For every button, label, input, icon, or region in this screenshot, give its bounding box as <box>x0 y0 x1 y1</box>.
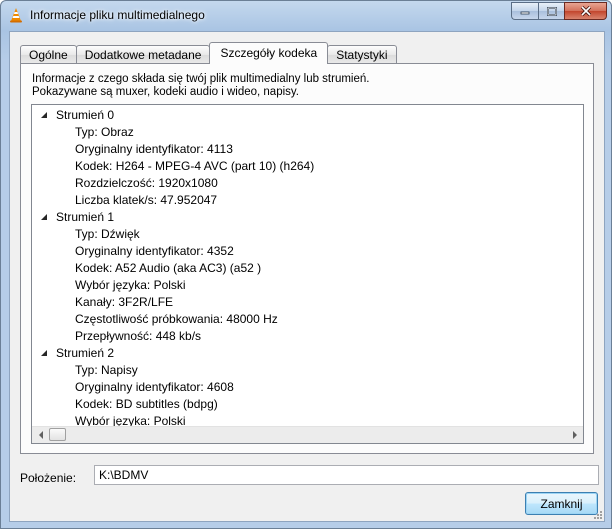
caption-buttons <box>511 2 607 20</box>
scroll-right-button[interactable] <box>566 427 583 443</box>
expand-arrow-icon[interactable] <box>41 350 47 356</box>
dialog-client-area: Ogólne Dodatkowe metadane Szczegóły kode… <box>9 31 605 522</box>
tab-extra-metadata[interactable]: Dodatkowe metadane <box>75 45 211 64</box>
scrollbar-thumb[interactable] <box>49 428 66 441</box>
tree-item-property[interactable]: Wybór języka: Polski <box>32 277 583 294</box>
streams-tree[interactable]: Strumień 0 Typ: Obraz Oryginalny identyf… <box>31 104 584 444</box>
tree-rows: Strumień 0 Typ: Obraz Oryginalny identyf… <box>32 107 583 430</box>
tree-item-stream-1[interactable]: Strumień 1 <box>32 209 583 226</box>
tree-item-property[interactable]: Liczba klatek/s: 47.952047 <box>32 192 583 209</box>
stream-name: Strumień 2 <box>56 346 115 360</box>
tree-item-property[interactable]: Kodek: BD subtitles (bdpg) <box>32 396 583 413</box>
resize-grip-icon[interactable] <box>592 509 602 519</box>
close-window-button[interactable] <box>564 2 607 20</box>
tree-item-property[interactable]: Oryginalny identyfikator: 4352 <box>32 243 583 260</box>
panel-description: Informacje z czego składa się twój plik … <box>32 73 369 99</box>
location-label: Położenie: <box>20 471 77 485</box>
media-info-window: Informacje pliku multimedialnego Ogólne … <box>0 0 612 529</box>
maximize-button[interactable] <box>538 2 564 20</box>
scroll-left-button[interactable] <box>32 427 49 443</box>
vlc-cone-icon <box>10 8 22 23</box>
window-title: Informacje pliku multimedialnego <box>30 8 205 22</box>
tree-item-property[interactable]: Rozdzielczość: 1920x1080 <box>32 175 583 192</box>
expand-arrow-icon[interactable] <box>41 214 47 220</box>
tab-strip: Ogólne Dodatkowe metadane Szczegóły kode… <box>20 42 397 64</box>
description-line: Informacje z czego składa się twój plik … <box>32 73 370 85</box>
title-bar[interactable]: Informacje pliku multimedialnego <box>1 1 613 29</box>
codec-details-panel: Informacje z czego składa się twój plik … <box>20 63 594 454</box>
tree-item-property[interactable]: Typ: Napisy <box>32 362 583 379</box>
tree-item-property[interactable]: Kodek: A52 Audio (aka AC3) (a52 ) <box>32 260 583 277</box>
close-button[interactable]: Zamknij <box>525 492 598 515</box>
tab-general[interactable]: Ogólne <box>20 45 77 64</box>
tree-item-property[interactable]: Przepływność: 448 kb/s <box>32 328 583 345</box>
tab-codec-details[interactable]: Szczegóły kodeka <box>209 42 329 64</box>
horizontal-scrollbar[interactable] <box>32 426 583 443</box>
expand-arrow-icon[interactable] <box>41 112 47 118</box>
tree-item-property[interactable]: Kanały: 3F2R/LFE <box>32 294 583 311</box>
tree-item-property[interactable]: Oryginalny identyfikator: 4608 <box>32 379 583 396</box>
tab-statistics[interactable]: Statystyki <box>327 45 397 64</box>
stream-name: Strumień 0 <box>56 108 115 122</box>
tree-item-property[interactable]: Typ: Dźwięk <box>32 226 583 243</box>
tree-item-property[interactable]: Oryginalny identyfikator: 4113 <box>32 141 583 158</box>
maximize-icon <box>546 6 557 16</box>
minimize-icon <box>520 11 530 15</box>
tree-item-property[interactable]: Typ: Obraz <box>32 124 583 141</box>
minimize-button[interactable] <box>511 2 538 20</box>
scroll-left-icon <box>38 431 43 439</box>
tree-item-property[interactable]: Kodek: H264 - MPEG-4 AVC (part 10) (h264… <box>32 158 583 175</box>
location-field[interactable] <box>94 465 599 485</box>
stream-name: Strumień 1 <box>56 210 115 224</box>
tree-item-stream-2[interactable]: Strumień 2 <box>32 345 583 362</box>
tree-item-stream-0[interactable]: Strumień 0 <box>32 107 583 124</box>
scroll-right-icon <box>572 431 577 439</box>
description-line: Pokazywane są muxer, kodeki audio i wide… <box>32 86 299 98</box>
tree-item-property[interactable]: Częstotliwość próbkowania: 48000 Hz <box>32 311 583 328</box>
close-icon <box>580 6 591 16</box>
